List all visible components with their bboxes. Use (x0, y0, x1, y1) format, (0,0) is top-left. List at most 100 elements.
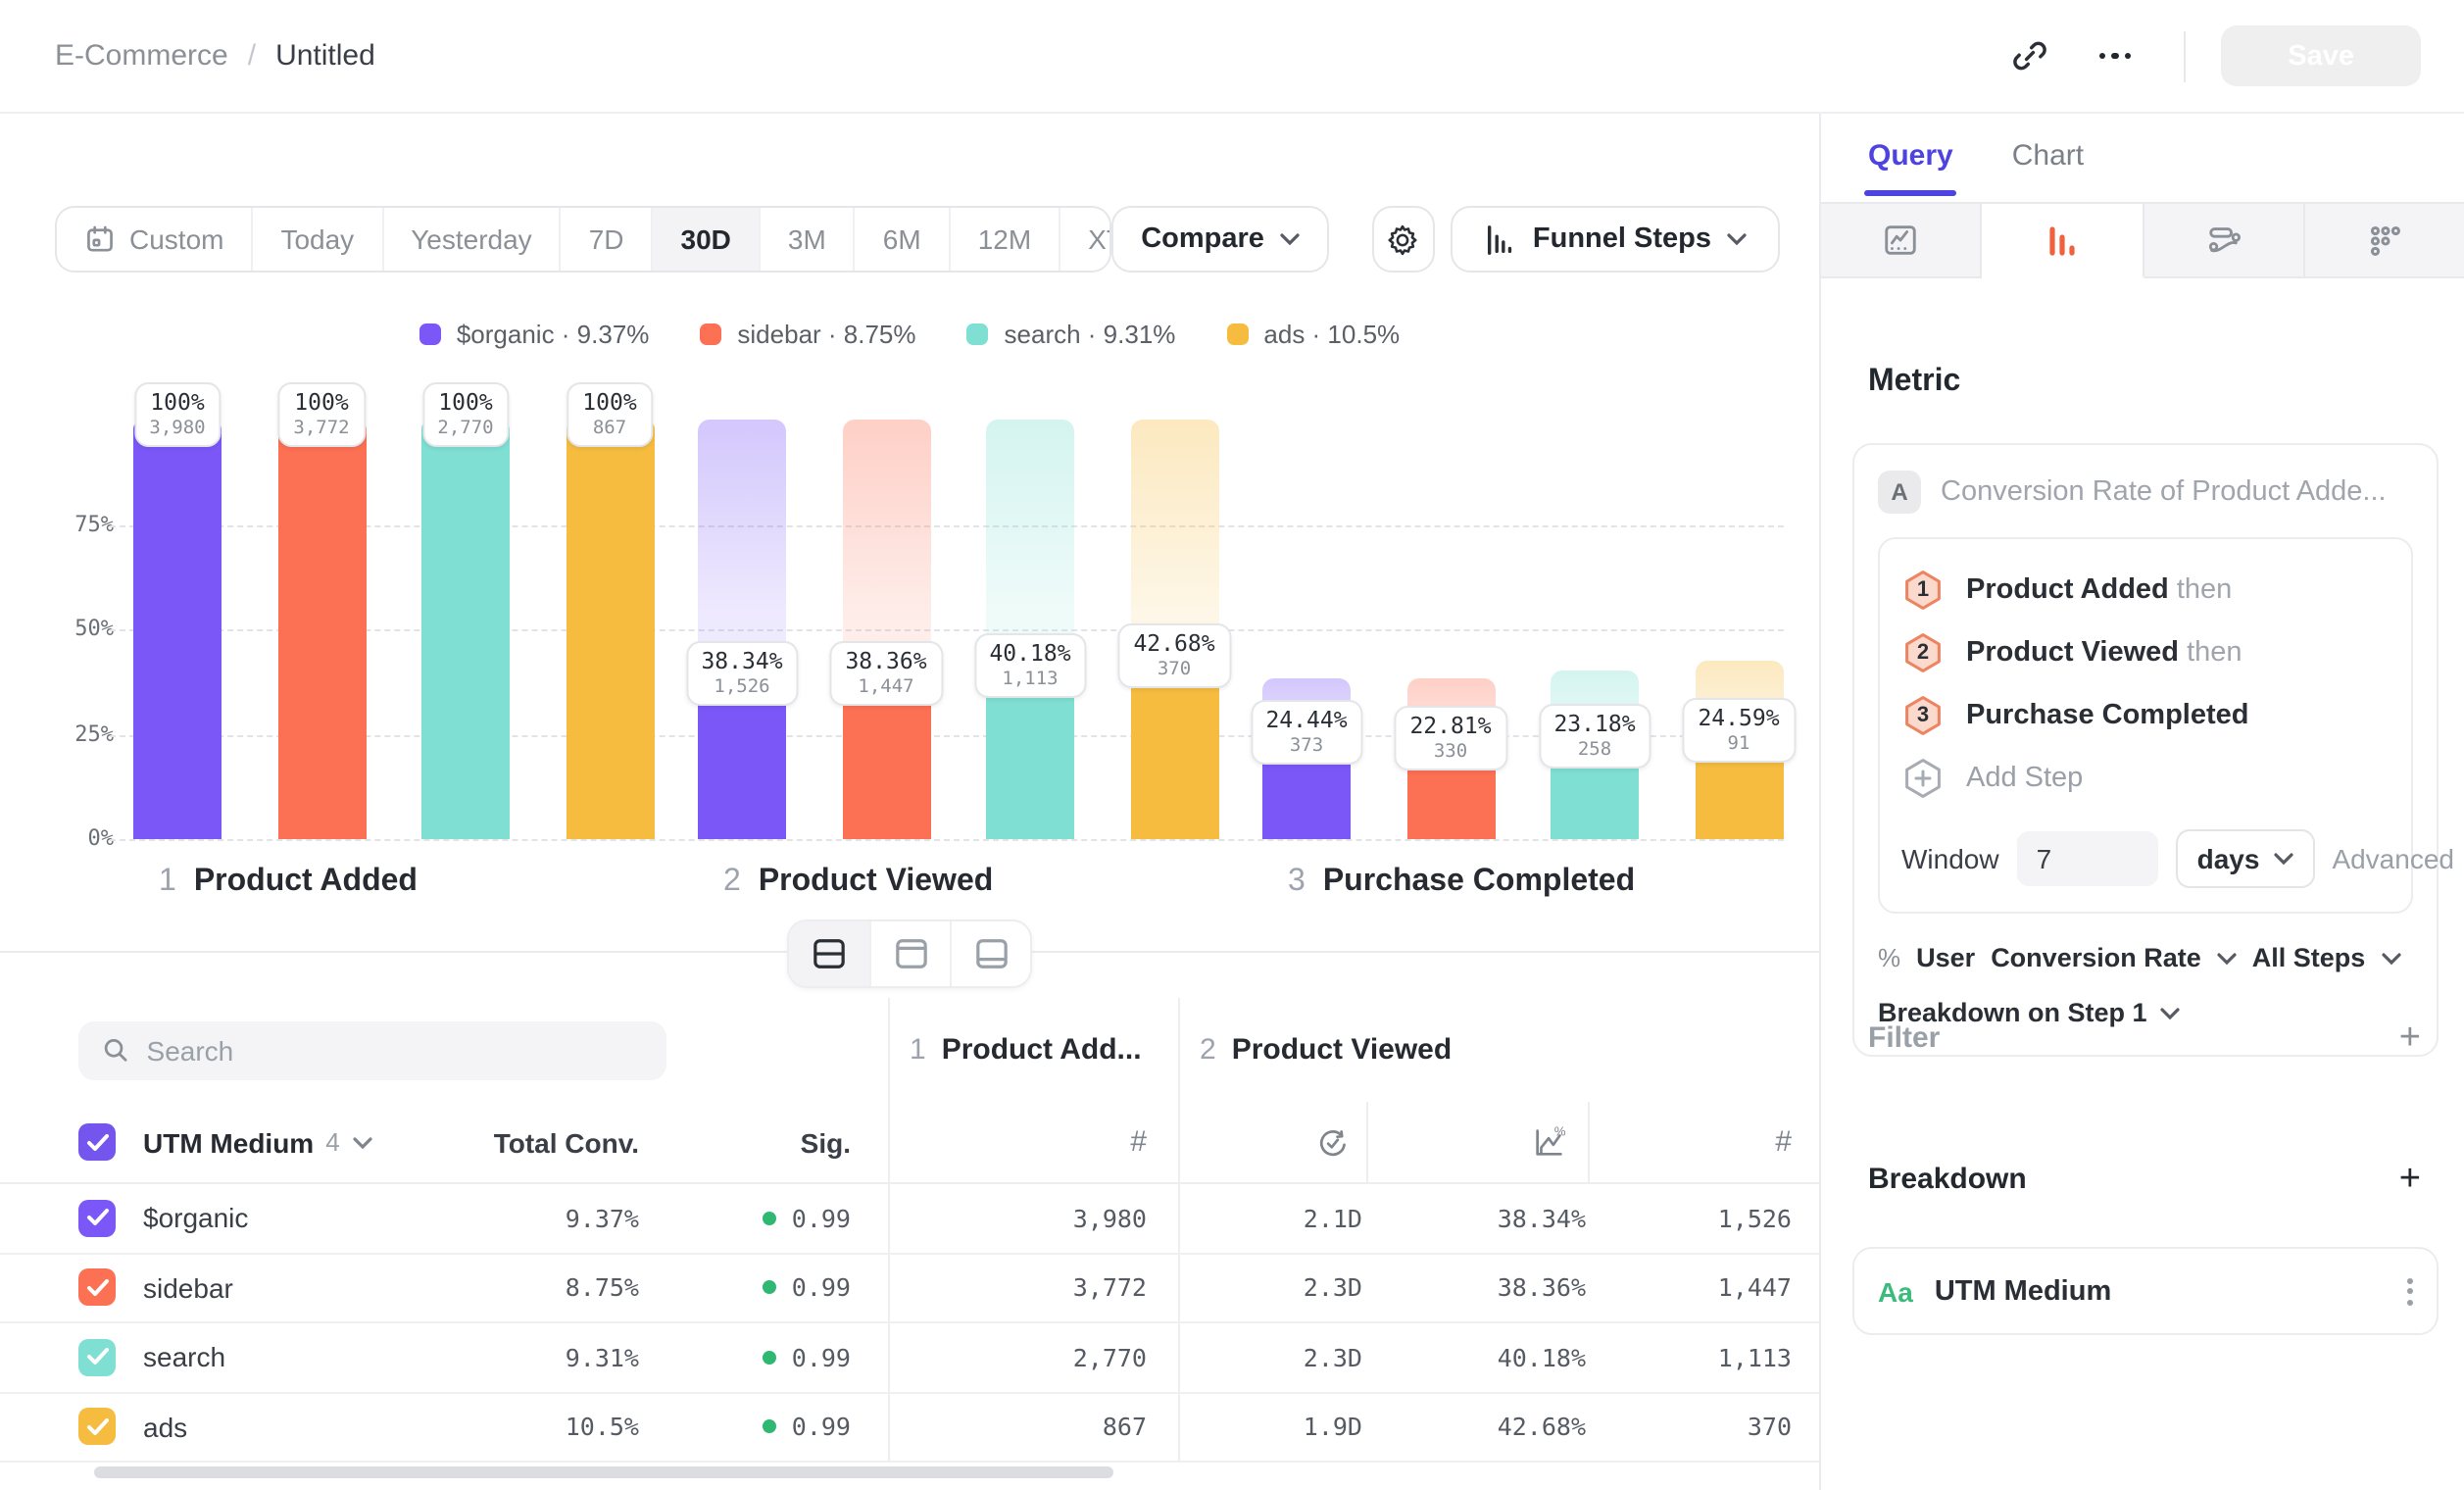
advanced-toggle[interactable]: Advanced (2332, 843, 2464, 874)
add-step-button[interactable]: Add Step (1901, 747, 2390, 810)
bar-search-step3[interactable]: 23.18%258 (1551, 420, 1639, 839)
step2-column-header[interactable]: 2Product Viewed (1180, 1033, 1452, 1067)
bar-organic-step1[interactable]: 100%3,980 (133, 420, 222, 839)
series-letter-badge: A (1878, 471, 1921, 514)
bar-ads-step3[interactable]: 24.59%91 (1695, 420, 1783, 839)
table-group-header-row: 1Product Add... 2Product Viewed (0, 998, 1819, 1102)
bar-count: 867 (582, 418, 636, 439)
range-7d[interactable]: 7D (560, 208, 652, 271)
bar-search-step1[interactable]: 100%2,770 (421, 420, 510, 839)
bar-organic-step3[interactable]: 24.44%373 (1262, 420, 1351, 839)
layout-toggle-split-view[interactable] (789, 921, 869, 986)
bar-sidebar-step1[interactable]: 100%3,772 (277, 420, 366, 839)
legend-item-organic[interactable]: $organic · 9.37% (419, 320, 650, 349)
measure-scope-dropdown[interactable]: All Steps (2252, 943, 2366, 972)
measure-type-dropdown[interactable]: Conversion Rate (1991, 943, 2201, 972)
funnel-bars-icon (2045, 223, 2080, 258)
bar-sidebar-step2[interactable]: 38.36%1,447 (842, 420, 930, 839)
bar-sidebar-step3[interactable]: 22.81%330 (1406, 420, 1495, 839)
measure-entity[interactable]: User (1916, 943, 1975, 972)
table-search (78, 1020, 666, 1079)
total-conv-header[interactable]: Total Conv. (494, 1126, 639, 1158)
sig-header[interactable]: Sig. (801, 1126, 851, 1158)
legend-item-ads[interactable]: ads · 10.5% (1226, 320, 1400, 349)
bar-value-label: 24.44%373 (1250, 699, 1362, 764)
header-divider (2184, 30, 2186, 81)
tab-chart[interactable]: Chart (2012, 139, 2084, 196)
share-link-button[interactable] (1996, 23, 2062, 89)
add-filter-button[interactable]: + (2399, 1019, 2421, 1057)
sig-dot-icon (763, 1420, 776, 1434)
range-custom[interactable]: Custom (57, 208, 251, 271)
save-button[interactable]: Save (2221, 25, 2421, 86)
metric-series-row[interactable]: A Conversion Rate of Product Adde... (1878, 471, 2413, 514)
compare-button[interactable]: Compare (1111, 206, 1329, 273)
chart-settings-button[interactable] (1372, 206, 1435, 273)
search-icon (102, 1035, 129, 1065)
chart-type-dropdown[interactable]: Funnel Steps (1451, 206, 1780, 273)
conversion-bar (566, 420, 654, 839)
bar-count: 2,770 (437, 418, 493, 439)
add-breakdown-button[interactable]: + (2399, 1161, 2421, 1198)
query-step-3[interactable]: 3Purchase Completed (1901, 684, 2390, 747)
range-yesterday[interactable]: Yesterday (381, 208, 560, 271)
table-row-search[interactable]: search9.31%0.992,7702.3D40.18%1,113 (0, 1323, 1819, 1393)
step2-conv: 42.68% (1498, 1413, 1586, 1442)
tab-flow-chart[interactable] (2144, 204, 2305, 278)
range-30d[interactable]: 30D (652, 208, 759, 271)
range-3m[interactable]: 3M (759, 208, 854, 271)
table-row-ads[interactable]: ads10.5%0.998671.9D42.68%370 (0, 1393, 1819, 1463)
breadcrumb-title[interactable]: Untitled (275, 39, 375, 73)
row-checkbox[interactable] (78, 1339, 116, 1376)
bar-count: 1,447 (845, 676, 926, 698)
query-step-1[interactable]: 1Product Added then (1901, 559, 2390, 621)
range-today[interactable]: Today (251, 208, 381, 271)
funnel-step-group-1: 100%3,980 100%3,772 100%2,770 100%867 (133, 420, 655, 839)
bar-search-step2[interactable]: 40.18%1,113 (986, 420, 1074, 839)
horizontal-scrollbar-thumb[interactable] (94, 1466, 1113, 1478)
range-6m[interactable]: 6M (854, 208, 949, 271)
legend-item-search[interactable]: search · 9.31% (967, 320, 1176, 349)
breakdown-item-card[interactable]: Aa UTM Medium (1852, 1247, 2439, 1335)
conversion-bar (133, 420, 222, 839)
count-metric-icon[interactable]: # (1130, 1125, 1147, 1159)
conversion-rate-icon[interactable]: % (1531, 1123, 1568, 1161)
legend-swatch (967, 323, 989, 345)
bar-ads-step1[interactable]: 100%867 (566, 420, 654, 839)
bar-ads-step2[interactable]: 42.68%370 (1130, 420, 1218, 839)
step1-column-header[interactable]: 1Product Add... (890, 1033, 1142, 1067)
layout-toggle-top-view[interactable] (869, 921, 950, 986)
layout-toggle-bottom-view[interactable] (950, 921, 1030, 986)
tab-insights-chart[interactable] (1821, 204, 1983, 278)
more-menu-button[interactable] (2082, 23, 2148, 89)
window-unit-dropdown[interactable]: days (2176, 829, 2315, 888)
search-input[interactable] (147, 1034, 643, 1066)
table-header-row: UTM Medium 4 Total Conv. Sig. # % # (0, 1102, 1819, 1184)
bar-pct: 40.18% (989, 639, 1070, 667)
row-checkbox[interactable] (78, 1269, 116, 1307)
window-value-input[interactable] (2017, 831, 2158, 886)
tab-funnel-chart[interactable] (1983, 204, 2144, 278)
bar-organic-step2[interactable]: 38.34%1,526 (698, 420, 786, 839)
count-metric-icon[interactable]: # (1775, 1125, 1792, 1159)
chevron-down-icon[interactable] (354, 1136, 373, 1148)
tab-query[interactable]: Query (1868, 139, 1953, 196)
ellipsis-icon (2099, 53, 2132, 60)
query-step-2[interactable]: 2Product Viewed then (1901, 621, 2390, 684)
range-12m[interactable]: 12M (949, 208, 1059, 271)
kebab-menu-icon[interactable] (2407, 1277, 2413, 1305)
table-row-sidebar[interactable]: sidebar8.75%0.993,7722.3D38.36%1,447 (0, 1254, 1819, 1323)
group-column-label[interactable]: UTM Medium (143, 1126, 314, 1158)
row-checkbox[interactable] (78, 1200, 116, 1237)
tab-retention-grid[interactable] (2305, 204, 2464, 278)
split-view-icon (811, 937, 848, 970)
bar-value-label: 24.59%91 (1682, 699, 1795, 764)
time-to-convert-icon[interactable] (1315, 1124, 1351, 1160)
range-xtd[interactable]: XTD (1059, 208, 1111, 271)
table-row-organic[interactable]: $organic9.37%0.993,9802.1D38.34%1,526 (0, 1184, 1819, 1254)
row-checkbox[interactable] (78, 1409, 116, 1446)
select-all-checkbox[interactable] (78, 1123, 116, 1161)
legend-item-sidebar[interactable]: sidebar · 8.75% (700, 320, 915, 349)
measure-row: % User Conversion Rate All Steps (1878, 943, 2413, 972)
breadcrumb-project[interactable]: E-Commerce (55, 39, 228, 73)
